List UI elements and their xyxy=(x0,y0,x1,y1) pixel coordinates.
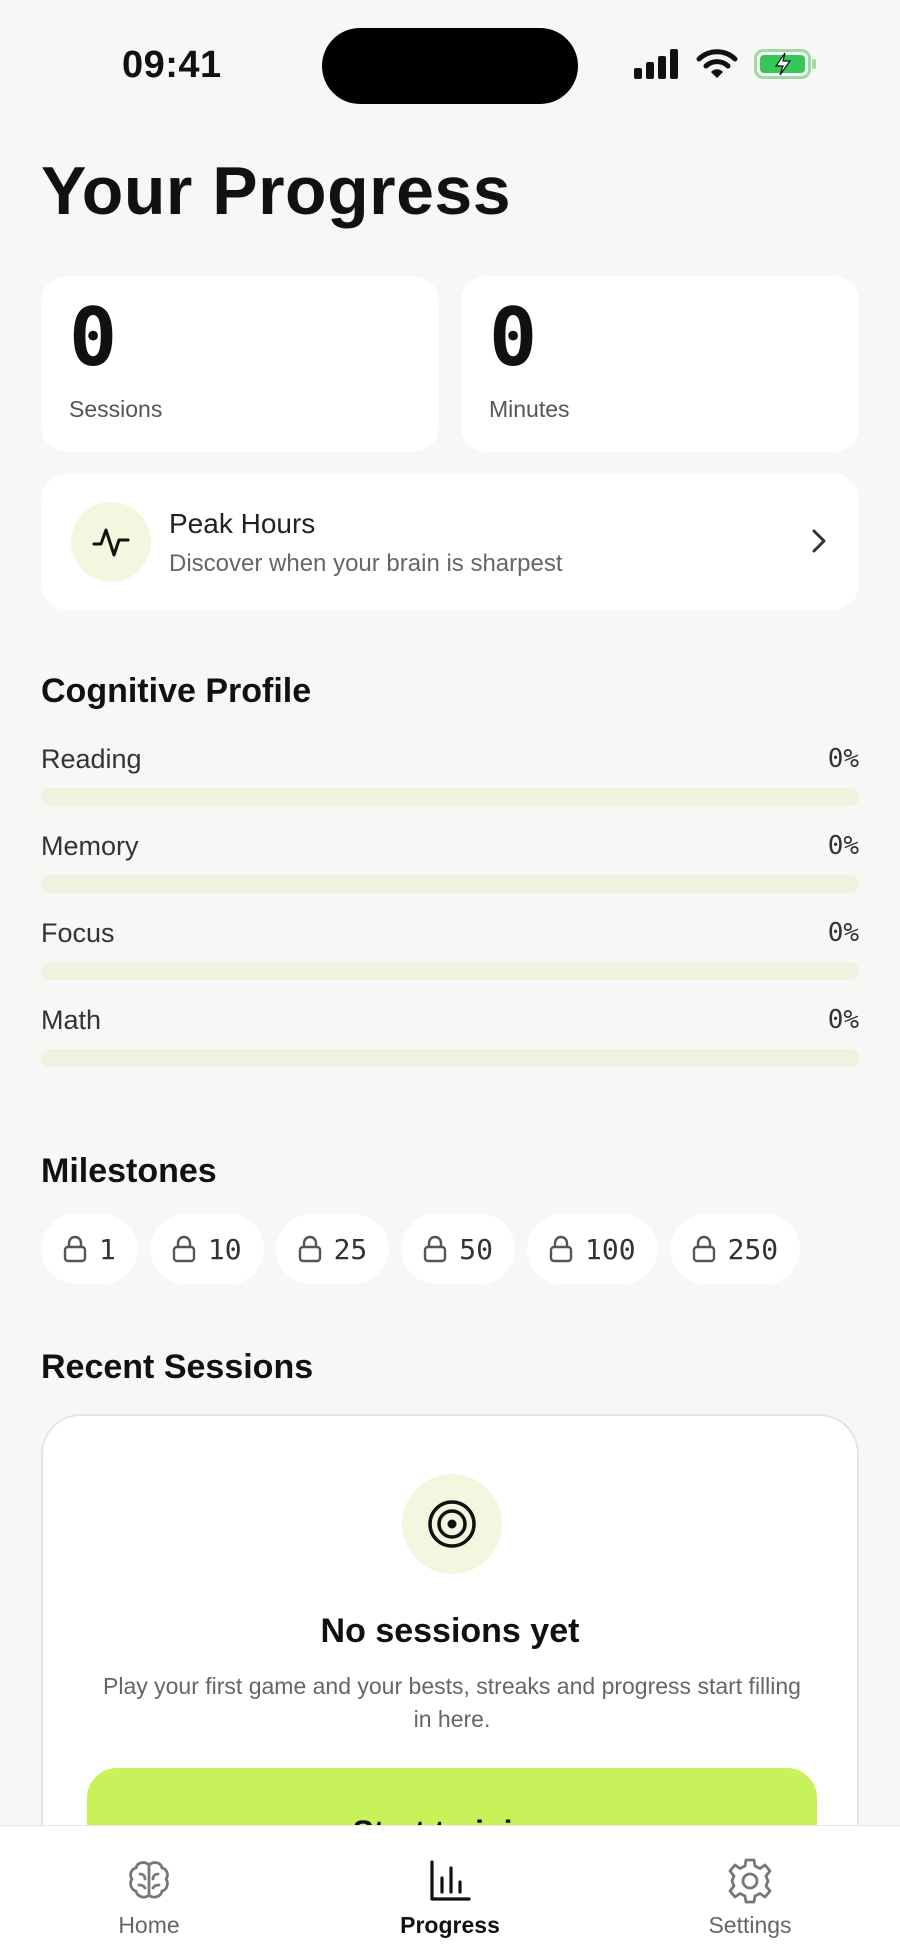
minutes-count: 0 xyxy=(489,291,538,384)
chevron-right-icon xyxy=(812,529,826,553)
cognitive-profile-title: Cognitive Profile xyxy=(41,672,312,710)
profile-label: Math xyxy=(41,1005,102,1035)
peak-hours-subtitle: Discover when your brain is sharpest xyxy=(169,550,563,577)
brain-icon xyxy=(129,1861,169,1899)
milestone-badge[interactable]: 10 xyxy=(149,1214,264,1284)
tab-label: Progress xyxy=(400,1912,500,1938)
milestone-badge[interactable]: 100 xyxy=(527,1214,658,1284)
profile-value: 0% xyxy=(827,744,859,774)
milestone-badge[interactable]: 250 xyxy=(669,1214,801,1284)
profile-progress-track xyxy=(41,788,859,806)
empty-state-title: No sessions yet xyxy=(320,1612,580,1650)
target-icon xyxy=(428,1500,476,1548)
milestones-list: 1 10 25 50 100 250 xyxy=(41,1214,801,1284)
profile-label: Memory xyxy=(41,831,139,861)
tab-home[interactable]: Home xyxy=(49,1826,249,1955)
peak-hours-title: Peak Hours xyxy=(169,508,316,539)
profile-value: 0% xyxy=(827,1005,859,1035)
page-title: Your Progress xyxy=(41,153,512,229)
profile-row-math: Math 0% xyxy=(41,1005,859,1075)
cellular-signal-icon xyxy=(634,49,678,79)
gear-icon xyxy=(728,1858,772,1904)
profile-value: 0% xyxy=(827,918,859,948)
battery-charging-icon xyxy=(754,49,816,79)
bar-chart-icon xyxy=(430,1860,471,1901)
profile-progress-track xyxy=(41,875,859,893)
wifi-icon xyxy=(696,49,738,78)
status-time: 09:41 xyxy=(122,44,222,86)
recent-sessions-title: Recent Sessions xyxy=(41,1348,314,1386)
lock-icon xyxy=(549,1235,573,1263)
tab-settings[interactable]: Settings xyxy=(650,1826,850,1955)
lock-icon xyxy=(63,1235,87,1263)
milestone-number: 25 xyxy=(333,1232,368,1266)
profile-label: Reading xyxy=(41,744,142,774)
milestones-title: Milestones xyxy=(41,1152,217,1190)
tab-label: Settings xyxy=(708,1912,792,1938)
milestone-number: 1 xyxy=(99,1232,116,1266)
lock-icon xyxy=(172,1235,196,1263)
minutes-label: Minutes xyxy=(489,396,570,422)
profile-progress-track xyxy=(41,962,859,980)
milestone-badge[interactable]: 50 xyxy=(401,1214,516,1284)
profile-value: 0% xyxy=(827,831,859,861)
milestone-number: 50 xyxy=(459,1232,494,1266)
tab-progress[interactable]: Progress xyxy=(350,1826,550,1955)
profile-label: Focus xyxy=(41,918,115,948)
profile-row-reading: Reading 0% xyxy=(41,744,859,814)
sessions-label: Sessions xyxy=(69,396,163,422)
milestone-number: 100 xyxy=(585,1232,636,1266)
profile-row-memory: Memory 0% xyxy=(41,831,859,901)
tab-label: Home xyxy=(118,1912,180,1938)
minutes-stat-card: 0 Minutes xyxy=(461,276,859,452)
milestone-number: 250 xyxy=(727,1232,779,1266)
lock-icon xyxy=(298,1235,321,1263)
peak-hours-icon-badge xyxy=(71,502,151,582)
progress-screen: 09:41 Your Progress 0 Sessions 0 Minutes… xyxy=(0,0,900,1955)
sessions-count: 0 xyxy=(69,291,118,384)
dynamic-island xyxy=(322,28,578,104)
milestone-badge[interactable]: 25 xyxy=(275,1214,390,1284)
empty-state-subtitle: Play your first game and your bests, str… xyxy=(103,1673,801,1732)
milestone-badge[interactable]: 1 xyxy=(41,1214,138,1284)
lock-icon xyxy=(692,1235,715,1263)
milestone-number: 10 xyxy=(207,1232,242,1266)
profile-row-focus: Focus 0% xyxy=(41,918,859,988)
status-bar: 09:41 xyxy=(0,0,900,130)
sessions-stat-card: 0 Sessions xyxy=(41,276,439,452)
target-icon-badge xyxy=(402,1474,502,1574)
activity-pulse-icon xyxy=(92,528,130,557)
profile-progress-track xyxy=(41,1049,859,1067)
lock-icon xyxy=(424,1235,447,1263)
tab-bar: Home Progress Settings xyxy=(0,1825,900,1955)
status-icons xyxy=(634,48,818,80)
peak-hours-card[interactable]: Peak Hours Discover when your brain is s… xyxy=(41,474,859,610)
